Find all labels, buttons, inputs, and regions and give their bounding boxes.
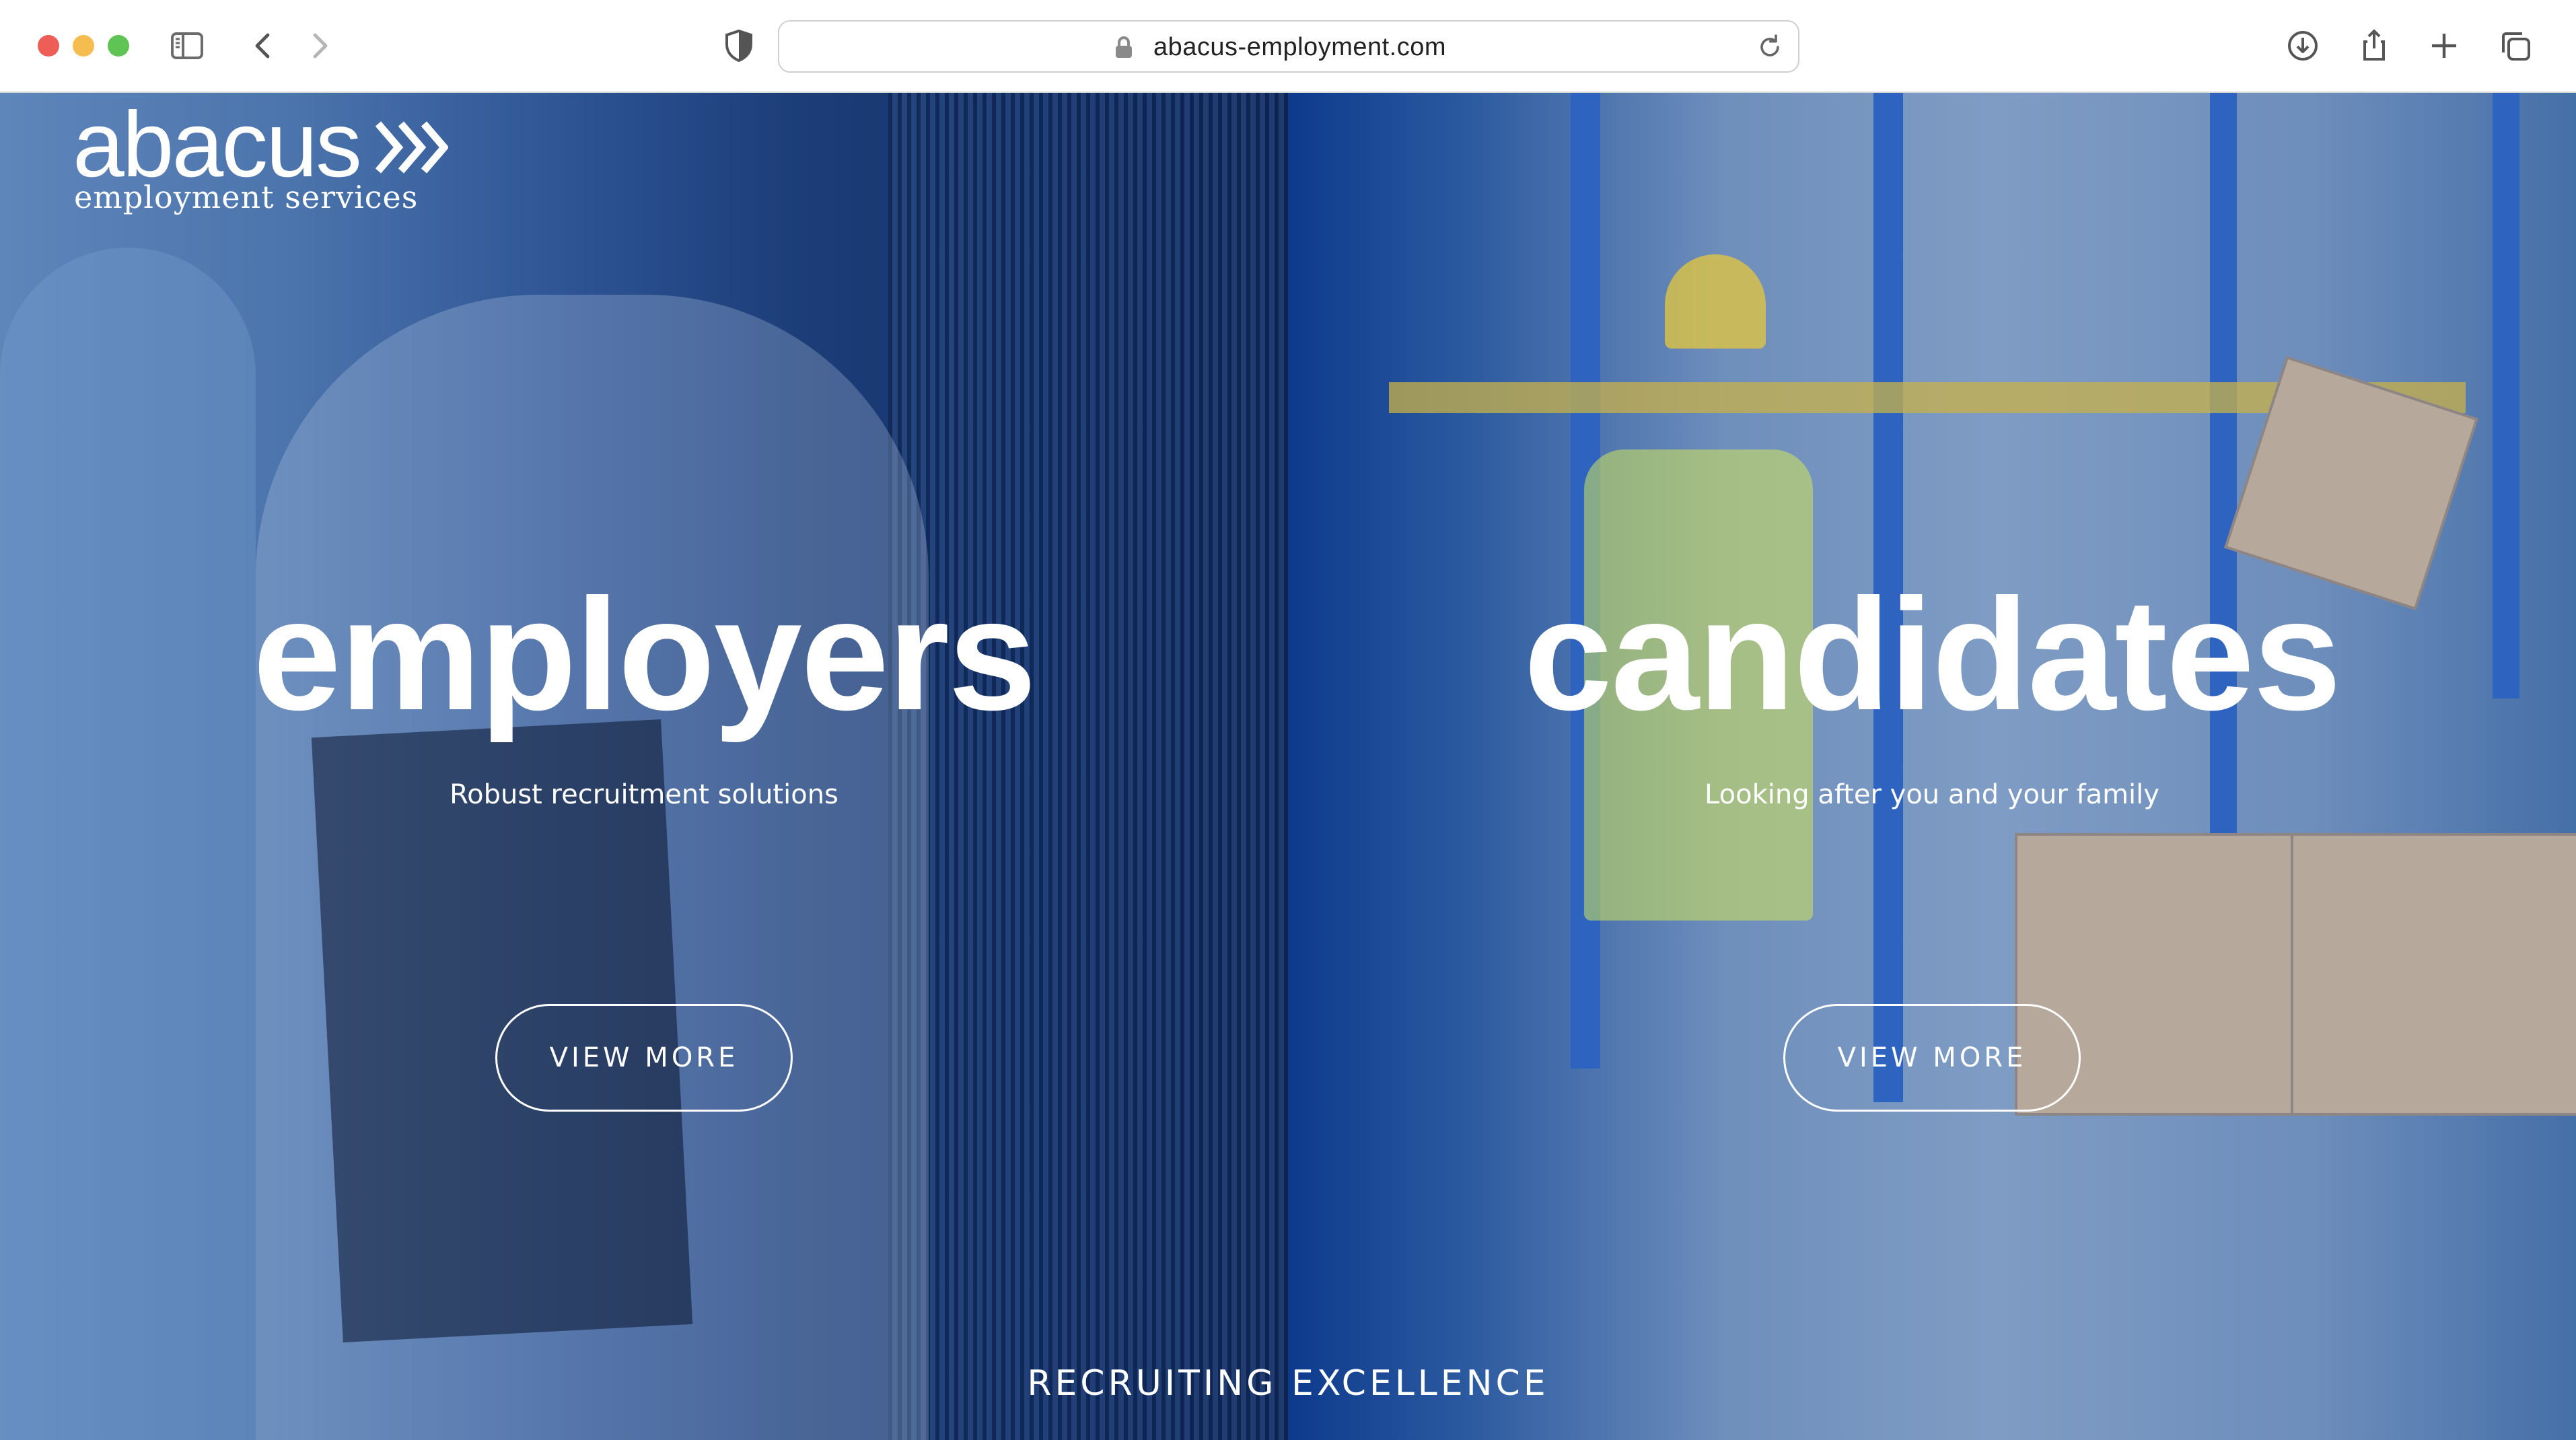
candidates-title: candidates — [1524, 566, 2342, 744]
url-text: abacus-employment.com — [1153, 33, 1447, 61]
zoom-window-button[interactable] — [108, 35, 129, 57]
lock-icon — [1116, 36, 1132, 58]
cargo-box — [2291, 833, 2576, 1116]
employers-panel[interactable]: abacus employment services employers Rob… — [0, 93, 1288, 1440]
candidates-panel[interactable]: candidates Looking after you and your fa… — [1288, 93, 2576, 1440]
download-icon[interactable] — [2281, 24, 2324, 67]
minimize-window-button[interactable] — [73, 35, 94, 57]
candidates-view-more-button[interactable]: VIEW MORE — [1783, 1004, 2081, 1112]
employers-subtitle: Robust recruitment solutions — [450, 779, 838, 810]
recruiting-excellence-tagline: RECRUITING EXCELLENCE — [1027, 1363, 1549, 1404]
new-tab-icon[interactable] — [2423, 24, 2466, 67]
forward-icon[interactable] — [297, 24, 341, 67]
landing-page: abacus employment services employers Rob… — [0, 93, 2576, 1440]
background-grate — [888, 93, 1288, 1440]
privacy-shield-icon[interactable] — [717, 24, 760, 67]
close-window-button[interactable] — [38, 35, 59, 57]
abacus-logo[interactable]: abacus employment services — [73, 94, 449, 215]
reload-icon[interactable] — [1754, 31, 1786, 63]
chevrons-icon — [375, 121, 449, 174]
person-silhouette — [0, 248, 256, 1440]
candidates-subtitle: Looking after you and your family — [1705, 779, 2159, 810]
hard-hat — [1665, 254, 1766, 349]
tab-overview-icon[interactable] — [2494, 24, 2537, 67]
address-bar[interactable]: abacus-employment.com — [778, 20, 1799, 73]
share-icon[interactable] — [2353, 24, 2396, 67]
browser-toolbar: abacus-employment.com — [0, 0, 2576, 93]
back-icon[interactable] — [242, 24, 285, 67]
sidebar-icon[interactable] — [166, 24, 209, 67]
employers-title: employers — [252, 566, 1037, 744]
employers-view-more-button[interactable]: VIEW MORE — [495, 1004, 793, 1112]
logo-tagline: employment services — [74, 179, 419, 215]
